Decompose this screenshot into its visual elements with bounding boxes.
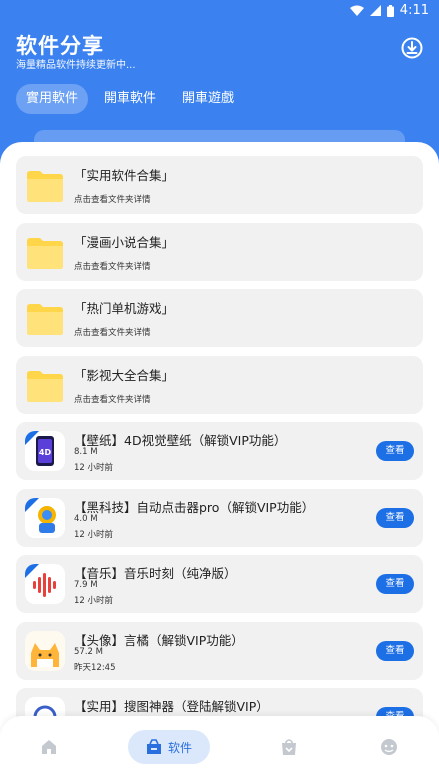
tab-driving-games[interactable]: 開車遊戲 xyxy=(172,84,244,114)
software-icon xyxy=(146,739,161,754)
status-bar: 4:11 xyxy=(0,0,439,22)
svg-text:4D: 4D xyxy=(39,448,52,457)
folder-icon xyxy=(27,237,63,269)
folder-item[interactable]: 「实用软件合集」 点击查看文件夹详情 xyxy=(16,156,423,214)
folder-item[interactable]: 「影视大全合集」 点击查看文件夹详情 xyxy=(16,355,423,414)
nav-home[interactable] xyxy=(34,730,64,764)
category-tabs: 實用軟件 開車軟件 開車遊戲 xyxy=(16,84,244,114)
view-button[interactable]: 查看 xyxy=(376,574,414,594)
signal-icon xyxy=(369,5,381,16)
folder-title: 「热门单机游戏」 xyxy=(74,301,175,316)
auto-clicker-app-icon xyxy=(25,497,65,538)
app-title: 【音乐】音乐时刻（纯净版） xyxy=(74,566,237,581)
app-item[interactable]: 【音乐】音乐时刻（纯净版） 7.9 M 12 小时前 查看 xyxy=(16,555,423,613)
view-button[interactable]: 查看 xyxy=(376,507,414,528)
app-item[interactable]: 4D 【壁纸】4D视觉壁纸（解锁VIP功能） 8.1 M 12 小时前 查看 xyxy=(16,422,423,480)
app-time: 12 小时前 xyxy=(74,463,114,473)
view-button[interactable]: 查看 xyxy=(376,640,414,661)
nav-software[interactable]: 软件 xyxy=(128,730,210,764)
folder-item[interactable]: 「漫画小说合集」 点击查看文件夹详情 xyxy=(16,222,423,281)
tab-driving-software[interactable]: 開車軟件 xyxy=(94,84,166,114)
tab-practical-software[interactable]: 實用軟件 xyxy=(16,84,89,114)
download-icon[interactable] xyxy=(401,37,423,59)
view-button[interactable]: 查看 xyxy=(376,441,414,461)
wifi-icon xyxy=(349,5,364,16)
app-item[interactable]: 【黑科技】自动点击器pro（解锁VIP功能） 4.0 M 12 小时前 查看 xyxy=(16,488,423,547)
item-list: 「实用软件合集」 点击查看文件夹详情 「漫画小说合集」 点击查看文件夹详情 「热… xyxy=(16,156,423,755)
nav-profile[interactable] xyxy=(374,730,404,764)
app-time: 昨天12:45 xyxy=(74,662,116,673)
folder-icon xyxy=(27,370,63,402)
page-subtitle: 海量精品软件持续更新中... xyxy=(16,60,136,71)
nav-store[interactable] xyxy=(274,730,304,764)
app-size: 57.2 M xyxy=(74,646,103,657)
folder-icon xyxy=(27,171,63,202)
app-size: 8.1 M xyxy=(74,447,98,457)
app-size: 7.9 M xyxy=(74,580,98,590)
folder-subtitle: 点击查看文件夹详情 xyxy=(74,195,151,205)
avatar-app-icon xyxy=(25,630,65,671)
bottom-nav: 软件 xyxy=(0,716,439,780)
folder-subtitle: 点击查看文件夹详情 xyxy=(74,261,151,272)
app-time: 12 小时前 xyxy=(74,596,114,606)
app-title: 【实用】搜图神器（登陆解锁VIP） xyxy=(74,699,269,714)
music-app-icon xyxy=(25,564,65,604)
folder-subtitle: 点击查看文件夹详情 xyxy=(74,394,151,405)
home-icon xyxy=(42,740,56,754)
folder-subtitle: 点击查看文件夹详情 xyxy=(74,328,151,338)
app-time: 12 小时前 xyxy=(74,529,114,540)
folder-title: 「实用软件合集」 xyxy=(74,168,175,183)
folder-title: 「漫画小说合集」 xyxy=(74,234,175,250)
folder-item[interactable]: 「热门单机游戏」 点击查看文件夹详情 xyxy=(16,289,423,347)
nav-software-label: 软件 xyxy=(167,740,192,755)
folder-icon xyxy=(27,304,63,335)
app-title: 【壁纸】4D视觉壁纸（解锁VIP功能） xyxy=(74,433,287,448)
app-item[interactable]: 【头像】言橘（解锁VIP功能） 57.2 M 昨天12:45 查看 xyxy=(16,621,423,680)
app-size: 4.0 M xyxy=(74,513,98,524)
folder-title: 「影视大全合集」 xyxy=(74,367,175,383)
app-title: 【黑科技】自动点击器pro（解锁VIP功能） xyxy=(74,499,315,515)
status-time: 4:11 xyxy=(399,3,429,18)
shopping-bag-icon xyxy=(282,739,296,755)
battery-icon xyxy=(386,4,394,17)
profile-icon xyxy=(381,739,397,755)
wallpaper-app-icon: 4D xyxy=(25,431,65,471)
content-panel: 「实用软件合集」 点击查看文件夹详情 「漫画小说合集」 点击查看文件夹详情 「热… xyxy=(0,142,439,780)
